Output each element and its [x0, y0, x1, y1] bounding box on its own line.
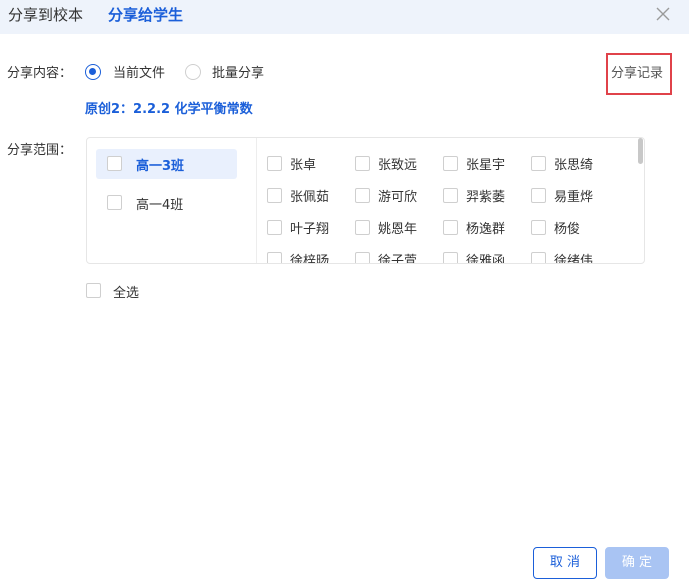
student-item[interactable]: 徐子萱: [353, 248, 439, 264]
radio-current-file[interactable]: [85, 64, 101, 80]
class-name: 高一3班: [136, 159, 185, 174]
student-checkbox[interactable]: [355, 156, 370, 171]
student-item[interactable]: 张致远: [353, 152, 439, 174]
student-checkbox[interactable]: [267, 220, 282, 235]
radio-batch-share[interactable]: [185, 64, 201, 80]
confirm-button[interactable]: 确 定: [605, 547, 669, 579]
class-name: 高一4班: [136, 198, 184, 213]
student-item[interactable]: 杨俊: [529, 216, 615, 238]
student-checkbox[interactable]: [531, 188, 546, 203]
tab-share-to-school[interactable]: 分享到校本: [8, 5, 83, 25]
class-checkbox[interactable]: [107, 195, 122, 210]
cancel-button[interactable]: 取 消: [533, 547, 597, 579]
class-item[interactable]: 高一3班: [96, 149, 237, 179]
student-item[interactable]: 羿紫萎: [441, 184, 527, 206]
student-item[interactable]: 叶子翔: [265, 216, 351, 238]
student-list-scrollbar[interactable]: [638, 138, 644, 263]
share-content-label: 分享内容：: [7, 66, 73, 81]
student-checkbox[interactable]: [443, 252, 458, 263]
student-name: 张佩茹: [290, 190, 330, 205]
student-checkbox[interactable]: [443, 156, 458, 171]
student-checkbox[interactable]: [531, 220, 546, 235]
student-item[interactable]: 杨逸群: [441, 216, 527, 238]
dialog-header: 分享到校本 分享给学生: [0, 0, 689, 34]
file-name: 原创2：2.2.2 化学平衡常数: [85, 102, 253, 117]
student-name: 游可欣: [378, 190, 418, 205]
student-item[interactable]: 易重烨: [529, 184, 615, 206]
student-name: 叶子翔: [290, 222, 330, 237]
radio-current-file-label: 当前文件: [113, 66, 166, 81]
student-name: 杨俊: [554, 222, 581, 237]
student-name: 羿紫萎: [466, 190, 506, 205]
student-name: 徐梓旸: [290, 254, 330, 264]
student-checkbox[interactable]: [531, 156, 546, 171]
student-name: 姚恩年: [378, 222, 418, 237]
student-item[interactable]: 张思绮: [529, 152, 615, 174]
student-item[interactable]: 徐梓旸: [265, 248, 351, 264]
student-item[interactable]: 徐雅函: [441, 248, 527, 264]
select-all-label: 全选: [113, 286, 140, 301]
radio-batch-share-label: 批量分享: [212, 66, 265, 81]
student-name: 杨逸群: [466, 222, 506, 237]
student-name: 张星宇: [466, 158, 506, 173]
student-checkbox[interactable]: [443, 188, 458, 203]
scope-panel: 高一3班 高一4班 张卓 张致远 张星宇 张思绮 张佩茹 游可欣 羿紫萎 易重烨…: [86, 137, 645, 264]
scroll-thumb[interactable]: [638, 138, 643, 164]
student-name: 徐雅函: [466, 254, 506, 264]
student-name: 易重烨: [554, 190, 594, 205]
share-record-link[interactable]: 分享记录: [611, 62, 663, 81]
student-item[interactable]: 姚恩年: [353, 216, 439, 238]
student-checkbox[interactable]: [267, 156, 282, 171]
student-checkbox[interactable]: [267, 188, 282, 203]
student-name: 徐绪伟: [554, 254, 594, 264]
student-item[interactable]: 张星宇: [441, 152, 527, 174]
close-icon[interactable]: [655, 6, 671, 22]
student-checkbox[interactable]: [355, 188, 370, 203]
student-name: 张思绮: [554, 158, 594, 173]
student-checkbox[interactable]: [355, 220, 370, 235]
student-item[interactable]: 张佩茹: [265, 184, 351, 206]
panel-divider: [256, 138, 257, 263]
student-item[interactable]: 张卓: [265, 152, 351, 174]
student-item[interactable]: 徐绪伟: [529, 248, 615, 264]
student-checkbox[interactable]: [267, 252, 282, 263]
student-name: 张致远: [378, 158, 418, 173]
student-list: 张卓 张致远 张星宇 张思绮 张佩茹 游可欣 羿紫萎 易重烨 叶子翔 姚恩年 杨…: [265, 138, 635, 264]
student-name: 徐子萱: [378, 254, 418, 264]
class-checkbox[interactable]: [107, 156, 122, 171]
class-item[interactable]: 高一4班: [96, 188, 237, 218]
select-all-checkbox[interactable]: [86, 283, 101, 298]
student-item[interactable]: 游可欣: [353, 184, 439, 206]
student-checkbox[interactable]: [443, 220, 458, 235]
share-scope-label: 分享范围：: [7, 143, 73, 158]
student-checkbox[interactable]: [355, 252, 370, 263]
student-name: 张卓: [290, 158, 317, 173]
tab-share-to-students[interactable]: 分享给学生: [108, 5, 183, 25]
student-checkbox[interactable]: [531, 252, 546, 263]
